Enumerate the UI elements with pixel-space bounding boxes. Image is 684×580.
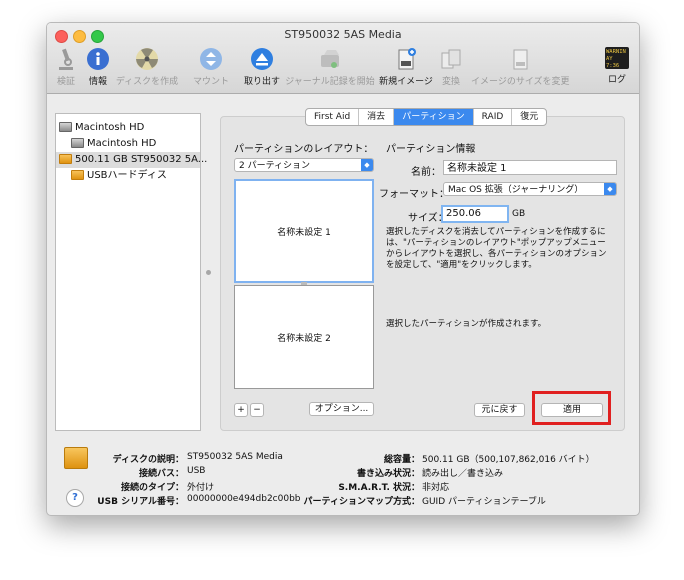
convert-icon [439, 47, 463, 71]
partition-block-1[interactable]: 名称未設定 1 [234, 179, 374, 283]
partition-size-field[interactable]: 250.06 [441, 205, 509, 223]
log-button[interactable]: WARNIN AY 7:36 ログ [603, 47, 631, 89]
mount-button[interactable]: マウント [191, 47, 231, 89]
sidebar-item-st950032-disk[interactable]: 500.11 GB ST950032 5A... [56, 152, 207, 168]
new-image-icon [394, 47, 418, 71]
info-button[interactable]: 情報 [85, 47, 111, 89]
title-bar: ST950032 5AS Media 検証 情報 ディスクを作成 マウント 取り… [47, 23, 639, 94]
eject-button[interactable]: 取り出す [243, 47, 281, 89]
tab-bar: First Aid 消去 パーティション RAID 復元 [305, 108, 548, 126]
format-select[interactable]: Mac OS 拡張（ジャーナリング） ◆ [443, 182, 617, 196]
name-label: 名前： [411, 167, 441, 178]
tab-raid[interactable]: RAID [474, 109, 513, 125]
convert-button[interactable]: 変換 [439, 47, 463, 89]
connection-bus-value: USB [187, 466, 206, 476]
new-image-button[interactable]: 新規イメージ [378, 47, 434, 89]
partition-instructions: 選択したディスクを消去してパーティションを作成するには、"パーティションのレイア… [386, 227, 607, 270]
resize-image-icon [508, 47, 532, 71]
enable-journaling-button[interactable]: ジャーナル記録を開始 [285, 47, 375, 89]
tab-restore[interactable]: 復元 [512, 109, 546, 125]
sidebar-item-usb-volume[interactable]: USBハードディス [71, 168, 197, 184]
tab-first-aid[interactable]: First Aid [306, 109, 360, 125]
radiation-icon [135, 47, 159, 71]
partition-map-value: GUID パーティションテーブル [422, 497, 546, 507]
capacity-value: 500.11 GB（500,107,862,016 バイト） [422, 455, 595, 465]
apply-highlight-box [532, 391, 611, 425]
smart-status-value: 非対応 [422, 483, 450, 493]
partition-name-field[interactable]: 名称未設定 1 [443, 160, 617, 175]
format-label: フォーマット： [379, 189, 449, 200]
capacity-label: 総容量： [383, 455, 420, 465]
revert-button[interactable]: 元に戻す [474, 403, 525, 417]
partition-status-text: 選択したパーティションが作成されます。 [386, 319, 547, 329]
external-disk-icon [64, 447, 88, 469]
disk-list-sidebar[interactable]: Macintosh HD Macintosh HD 500.11 GB ST95… [55, 113, 207, 431]
usb-serial-value: 00000000e494db2c00bb [187, 494, 301, 504]
write-status-label: 書き込み状況： [356, 469, 420, 479]
remove-partition-button[interactable]: − [250, 403, 264, 417]
disk-utility-window: ST950032 5AS Media 検証 情報 ディスクを作成 マウント 取り… [46, 22, 640, 516]
connection-bus-label: 接続バス： [138, 469, 184, 479]
popup-arrows-icon: ◆ [604, 183, 616, 195]
mount-icon [199, 47, 223, 71]
disk-description-label: ディスクの説明： [112, 455, 184, 465]
split-view-handle[interactable] [206, 270, 211, 275]
microscope-icon [54, 47, 78, 71]
window-title: ST950032 5AS Media [284, 28, 402, 41]
size-unit: GB [512, 209, 526, 219]
add-partition-button[interactable]: + [234, 403, 248, 417]
tab-erase[interactable]: 消去 [359, 109, 395, 125]
connection-type-value: 外付け [187, 483, 215, 493]
sidebar-item-macintosh-hd-volume[interactable]: Macintosh HD [71, 136, 197, 152]
help-button[interactable]: ? [66, 489, 84, 507]
hard-disk-icon [71, 138, 84, 148]
tab-partition[interactable]: パーティション [394, 109, 474, 125]
log-console-icon: WARNIN AY 7:36 [605, 47, 629, 69]
hard-disk-icon [59, 122, 72, 132]
partition-map-label: パーティションマップ方式： [303, 497, 420, 507]
layout-heading: パーティションのレイアウト： [234, 144, 374, 155]
eject-icon [250, 47, 274, 71]
write-status-value: 読み出し／書き込み [422, 469, 504, 479]
partition-block-2[interactable]: 名称未設定 2 [234, 285, 374, 389]
popup-arrows-icon: ◆ [361, 159, 373, 171]
external-disk-icon [71, 170, 84, 180]
external-disk-icon [59, 154, 72, 164]
partition-layout-select[interactable]: 2 パーティション ◆ [234, 158, 374, 172]
partition-info-heading: パーティション情報 [386, 144, 476, 155]
connection-type-label: 接続のタイプ： [120, 483, 184, 493]
verify-button[interactable]: 検証 [53, 47, 79, 89]
disk-description-value: ST950032 5AS Media [187, 452, 283, 462]
options-button[interactable]: オプション... [309, 402, 374, 416]
sidebar-item-macintosh-hd-disk[interactable]: Macintosh HD [59, 120, 197, 136]
smart-status-label: S.M.A.R.T. 状況： [338, 483, 420, 493]
resize-image-button[interactable]: イメージのサイズを変更 [471, 47, 570, 89]
usb-serial-label: USB シリアル番号： [97, 497, 184, 507]
info-icon [86, 47, 110, 71]
journal-icon [318, 47, 342, 71]
burn-button[interactable]: ディスクを作成 [115, 47, 179, 89]
